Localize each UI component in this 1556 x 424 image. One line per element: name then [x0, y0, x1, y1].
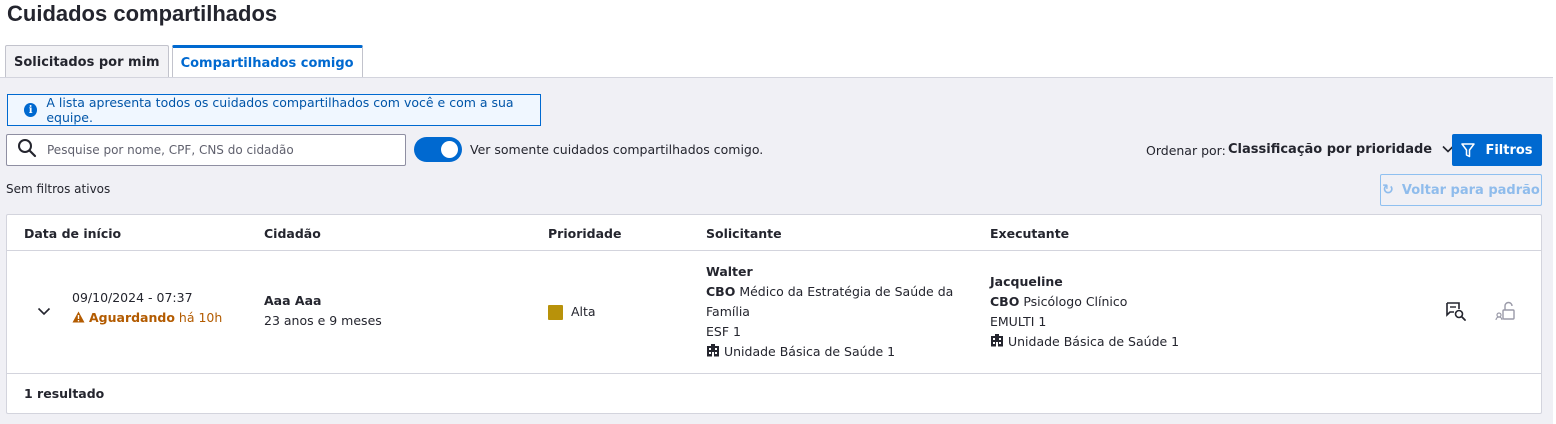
refresh-icon: ↻	[1382, 182, 1394, 198]
search-field[interactable]	[6, 134, 406, 166]
reset-button[interactable]: ↻ Voltar para padrão	[1380, 174, 1542, 206]
column-header-priority[interactable]: Prioridade	[548, 226, 621, 241]
executor-cell: Jacqueline CBO Psicólogo Clínico EMULTI …	[990, 272, 1179, 352]
building-icon	[706, 344, 724, 359]
executor-team: EMULTI 1	[990, 314, 1047, 329]
result-count: 1 resultado	[24, 386, 105, 401]
citizen-age: 23 anos e 9 meses	[264, 313, 382, 328]
chevron-down-icon[interactable]	[37, 305, 51, 320]
info-banner-text: A lista apresenta todos os cuidados comp…	[46, 95, 514, 125]
priority-cell: Alta	[548, 302, 596, 322]
executor-name: Jacqueline	[990, 274, 1063, 289]
sort-value: Classificação por prioridade	[1228, 142, 1433, 157]
tab-compartilhados-comigo[interactable]: Compartilhados comigo	[171, 45, 363, 78]
column-header-requester[interactable]: Solicitante	[706, 226, 782, 241]
requester-cbo-line: CBO Médico da Estratégia de Saúde da	[706, 282, 953, 302]
requester-cbo: Médico da Estratégia de Saúde da	[739, 284, 954, 299]
requester-unit-line: Unidade Básica de Saúde 1	[706, 342, 953, 362]
citizen-name: Aaa Aaa	[264, 293, 322, 308]
filters-button[interactable]: Filtros	[1452, 134, 1542, 166]
citizen-cell: Aaa Aaa 23 anos e 9 meses	[264, 291, 382, 331]
building-icon	[990, 334, 1008, 349]
tab-bar: Solicitados por mim Compartilhados comig…	[5, 45, 366, 78]
requester-cell: Walter CBO Médico da Estratégia de Saúde…	[706, 262, 953, 362]
view-details-icon[interactable]	[1445, 301, 1467, 325]
filter-icon	[1461, 142, 1476, 157]
filters-status: Sem filtros ativos	[6, 182, 111, 196]
requester-cbo-continued: Família	[706, 304, 750, 319]
elapsed-time: há 10h	[178, 310, 223, 325]
table-header: Data de início Cidadão Prioridade Solici…	[7, 215, 1541, 251]
reset-button-label: Voltar para padrão	[1401, 182, 1540, 198]
executor-cbo-line: CBO Psicólogo Clínico	[990, 292, 1179, 312]
column-header-citizen[interactable]: Cidadão	[264, 226, 321, 241]
sort-dropdown[interactable]: Classificação por prioridade	[1228, 142, 1454, 157]
sort-label: Ordenar por:	[1146, 143, 1226, 158]
toggle-switch[interactable]	[414, 137, 462, 162]
requester-team: ESF 1	[706, 324, 741, 339]
requester-unit: Unidade Básica de Saúde 1	[723, 344, 896, 359]
search-input[interactable]	[47, 143, 387, 157]
results-table: Data de início Cidadão Prioridade Solici…	[6, 214, 1542, 414]
filters-button-label: Filtros	[1485, 142, 1533, 158]
info-icon: i	[24, 103, 38, 117]
column-header-date[interactable]: Data de início	[24, 226, 121, 241]
tab-solicitados-por-mim[interactable]: Solicitados por mim	[5, 45, 169, 78]
priority-label: Alta	[571, 304, 596, 319]
start-date: 09/10/2024 - 07:37	[72, 290, 193, 305]
requester-cbo-label: CBO	[706, 284, 736, 299]
executor-cbo-label: CBO	[990, 294, 1020, 309]
status-line: Aguardando há 10h	[72, 308, 222, 328]
search-icon	[17, 138, 37, 162]
executor-unit: Unidade Básica de Saúde 1	[1007, 334, 1180, 349]
executor-cbo: Psicólogo Clínico	[1023, 294, 1128, 309]
table-row[interactable]: 09/10/2024 - 07:37 Aguardando há 10h Aaa…	[7, 251, 1541, 374]
info-banner: i A lista apresenta todos os cuidados co…	[7, 94, 541, 126]
toggle-label: Ver somente cuidados compartilhados comi…	[470, 142, 764, 157]
unlock-icon[interactable]	[1495, 301, 1517, 325]
warning-icon	[72, 310, 89, 325]
column-header-executor[interactable]: Executante	[990, 226, 1069, 241]
start-date-cell: 09/10/2024 - 07:37 Aguardando há 10h	[72, 288, 222, 328]
requester-name: Walter	[706, 264, 753, 279]
priority-color-square	[548, 305, 563, 320]
page-title: Cuidados compartilhados	[7, 1, 278, 26]
executor-unit-line: Unidade Básica de Saúde 1	[990, 332, 1179, 352]
status-badge: Aguardando	[88, 310, 175, 325]
toggle-knob	[441, 141, 458, 158]
